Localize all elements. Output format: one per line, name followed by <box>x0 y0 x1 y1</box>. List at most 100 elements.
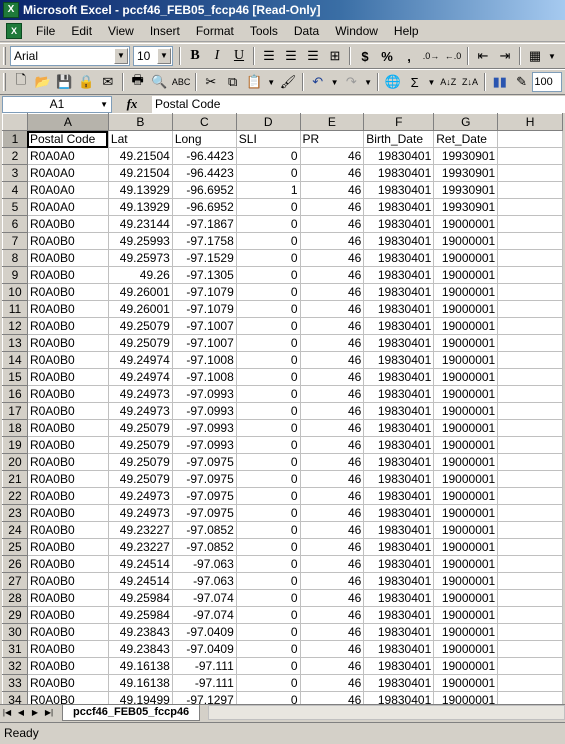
row-header[interactable]: 29 <box>2 606 28 624</box>
cell[interactable]: 0 <box>235 640 301 658</box>
cell[interactable]: R0A0B0 <box>26 691 109 704</box>
cell[interactable]: 46 <box>299 453 365 471</box>
cell[interactable]: 19830401 <box>363 419 435 437</box>
cell[interactable]: 49.25984 <box>107 606 173 624</box>
cell[interactable]: 19000001 <box>433 453 499 471</box>
toolbar-grip[interactable] <box>3 47 6 65</box>
cell[interactable]: 46 <box>299 623 365 641</box>
cell[interactable]: 0 <box>235 657 301 675</box>
percent-button[interactable]: % <box>376 45 398 67</box>
cell[interactable]: 46 <box>299 640 365 658</box>
cell[interactable]: R0A0A0 <box>26 181 109 199</box>
cell[interactable]: 19000001 <box>433 249 499 267</box>
cell[interactable]: -97.063 <box>171 572 237 590</box>
cell[interactable]: R0A0B0 <box>26 657 109 675</box>
cell[interactable]: 19000001 <box>433 657 499 675</box>
row-header[interactable]: 24 <box>2 521 28 539</box>
cell[interactable] <box>497 640 563 658</box>
cell[interactable]: 19830401 <box>363 487 435 505</box>
workbook-icon[interactable]: X <box>6 22 22 39</box>
cell[interactable]: Lat <box>107 130 173 148</box>
cell[interactable]: 19000001 <box>433 623 499 641</box>
cell[interactable]: 46 <box>299 266 365 284</box>
sort-ascending-button[interactable]: A↓Z <box>437 71 459 93</box>
cell[interactable]: 46 <box>299 300 365 318</box>
cell[interactable] <box>497 470 563 488</box>
cell[interactable]: 0 <box>235 538 301 556</box>
cell[interactable]: 19830401 <box>363 215 435 233</box>
cell[interactable]: 0 <box>235 623 301 641</box>
cell[interactable]: 0 <box>235 691 301 704</box>
row-header[interactable]: 9 <box>2 266 28 284</box>
cell[interactable]: -96.4423 <box>171 164 237 182</box>
cell[interactable]: -97.111 <box>171 657 237 675</box>
cell[interactable]: 46 <box>299 538 365 556</box>
cell[interactable]: 19830401 <box>363 368 435 386</box>
cell[interactable]: R0A0A0 <box>26 147 109 165</box>
cell[interactable]: 0 <box>235 521 301 539</box>
cell[interactable]: 46 <box>299 436 365 454</box>
decrease-decimal-button[interactable]: ←.0 <box>442 45 464 67</box>
cell[interactable]: 0 <box>235 351 301 369</box>
cell[interactable]: 19000001 <box>433 215 499 233</box>
row-header[interactable]: 27 <box>2 572 28 590</box>
cell[interactable]: 46 <box>299 215 365 233</box>
cell[interactable]: Ret_Date <box>433 130 499 148</box>
cell[interactable]: 49.24514 <box>107 572 173 590</box>
row-header[interactable]: 15 <box>2 368 28 386</box>
cell[interactable] <box>497 691 563 704</box>
cell[interactable]: 49.25993 <box>107 232 173 250</box>
autosum-dropdown-button[interactable]: ▼ <box>426 71 438 93</box>
cell[interactable]: -97.074 <box>171 589 237 607</box>
cell[interactable]: 19000001 <box>433 674 499 692</box>
cell[interactable]: 49.25079 <box>107 334 173 352</box>
cell[interactable]: 49.21504 <box>107 164 173 182</box>
cell[interactable]: 49.26001 <box>107 283 173 301</box>
cell[interactable]: R0A0B0 <box>26 555 109 573</box>
cell[interactable]: 49.25079 <box>107 470 173 488</box>
cell[interactable] <box>497 283 563 301</box>
cell[interactable]: 46 <box>299 402 365 420</box>
row-header[interactable]: 21 <box>2 470 28 488</box>
cell[interactable]: -97.1007 <box>171 334 237 352</box>
cell[interactable]: 46 <box>299 147 365 165</box>
menu-window[interactable]: Window <box>327 24 386 38</box>
cell[interactable]: 19000001 <box>433 538 499 556</box>
cell[interactable]: 46 <box>299 368 365 386</box>
cell[interactable]: 19830401 <box>363 283 435 301</box>
cell[interactable]: 49.24974 <box>107 351 173 369</box>
paste-button[interactable]: 📋 <box>243 71 265 93</box>
row-header[interactable]: 30 <box>2 623 28 641</box>
cell[interactable]: 19930901 <box>433 181 499 199</box>
cell[interactable] <box>497 351 563 369</box>
cell[interactable]: R0A0B0 <box>26 470 109 488</box>
cell[interactable] <box>497 368 563 386</box>
merge-center-button[interactable]: ⊞ <box>324 45 346 67</box>
cell[interactable]: 46 <box>299 249 365 267</box>
cell[interactable]: R0A0B0 <box>26 334 109 352</box>
cell[interactable] <box>497 300 563 318</box>
cell[interactable] <box>497 419 563 437</box>
cell[interactable]: 19830401 <box>363 164 435 182</box>
cell[interactable]: 49.16138 <box>107 674 173 692</box>
cell[interactable]: 19000001 <box>433 334 499 352</box>
cell[interactable]: 19000001 <box>433 232 499 250</box>
row-header[interactable]: 20 <box>2 453 28 471</box>
cell[interactable]: 0 <box>235 198 301 216</box>
cell[interactable]: 19930901 <box>433 198 499 216</box>
cell[interactable] <box>497 436 563 454</box>
save-button[interactable]: 💾 <box>53 71 75 93</box>
cell[interactable] <box>497 674 563 692</box>
cell[interactable]: 46 <box>299 674 365 692</box>
cell[interactable]: 46 <box>299 334 365 352</box>
cell[interactable]: 19000001 <box>433 606 499 624</box>
menu-format[interactable]: Format <box>188 24 242 38</box>
cell[interactable]: R0A0B0 <box>26 589 109 607</box>
cell[interactable]: 19830401 <box>363 436 435 454</box>
column-header[interactable]: F <box>363 113 435 131</box>
cell[interactable]: R0A0B0 <box>26 266 109 284</box>
cell[interactable] <box>497 589 563 607</box>
column-header[interactable]: G <box>433 113 499 131</box>
row-header[interactable]: 6 <box>2 215 28 233</box>
cell[interactable] <box>497 453 563 471</box>
